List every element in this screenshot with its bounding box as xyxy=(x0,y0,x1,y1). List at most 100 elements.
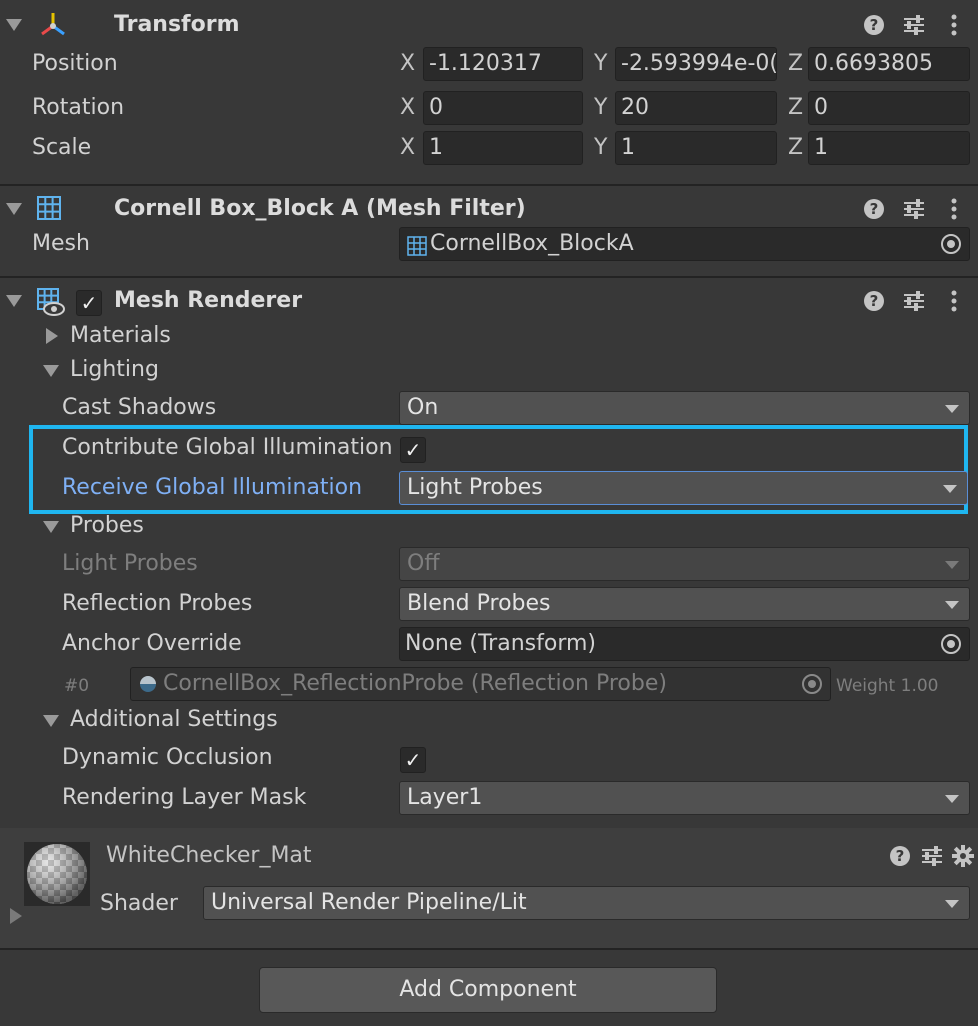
presets-icon[interactable] xyxy=(902,198,926,220)
section-divider xyxy=(0,948,978,950)
scale-x-axis[interactable]: X xyxy=(400,133,415,163)
chevron-down-icon xyxy=(943,485,957,493)
scale-label: Scale xyxy=(32,135,92,160)
help-icon[interactable]: ? xyxy=(890,846,910,866)
cast-shadows-label: Cast Shadows xyxy=(62,395,217,420)
reflection-probes-dropdown[interactable]: Blend Probes xyxy=(399,587,970,621)
shader-label: Shader xyxy=(100,891,178,916)
lighting-fold-arrow[interactable] xyxy=(43,365,59,377)
anchor-override-value: None (Transform) xyxy=(405,631,596,656)
transform-icon xyxy=(38,10,68,40)
dynamic-occlusion-label: Dynamic Occlusion xyxy=(62,745,273,770)
scale-y-field[interactable]: 1 xyxy=(615,131,777,165)
materials-fold-arrow[interactable] xyxy=(46,328,58,344)
rendering-layer-mask-value: Layer1 xyxy=(407,785,483,810)
lighting-foldout[interactable]: Lighting xyxy=(70,355,159,385)
cast-shadows-value: On xyxy=(407,395,439,420)
rotation-z-field[interactable]: 0 xyxy=(808,91,970,125)
rotation-y-axis[interactable]: Y xyxy=(594,93,607,123)
anchor-override-field[interactable]: None (Transform) xyxy=(399,627,970,661)
section-divider xyxy=(0,276,978,278)
position-y-field[interactable]: -2.593994e-0( xyxy=(615,47,777,81)
object-picker-icon xyxy=(802,674,822,694)
dynamic-occlusion-checkbox[interactable]: ✓ xyxy=(400,747,426,773)
material-fold-arrow[interactable] xyxy=(10,908,22,924)
anchor-override-label: Anchor Override xyxy=(62,631,242,656)
rotation-x-axis[interactable]: X xyxy=(400,93,415,123)
rotation-label: Rotation xyxy=(32,95,125,120)
reflection-probes-value: Blend Probes xyxy=(407,591,551,616)
shader-value: Universal Render Pipeline/Lit xyxy=(211,890,527,915)
probe-index: #0 xyxy=(64,676,90,696)
contribute-gi-label: Contribute Global Illumination xyxy=(62,435,393,460)
rotation-z-axis[interactable]: Z xyxy=(788,93,803,123)
object-picker-icon[interactable] xyxy=(941,234,961,254)
scale-z-field[interactable]: 1 xyxy=(808,131,970,165)
help-icon[interactable]: ? xyxy=(864,15,884,35)
gear-icon[interactable] xyxy=(952,845,974,867)
receive-gi-dropdown[interactable]: Light Probes xyxy=(399,471,968,505)
shader-dropdown[interactable]: Universal Render Pipeline/Lit xyxy=(203,886,970,920)
mesh-filter-title: Cornell Box_Block A (Mesh Filter) xyxy=(114,196,526,221)
receive-gi-label: Receive Global Illumination xyxy=(62,475,363,500)
reflection-probe-icon xyxy=(140,676,156,692)
scale-z-axis[interactable]: Z xyxy=(788,133,803,163)
chevron-down-icon xyxy=(945,795,959,803)
light-probes-value: Off xyxy=(407,551,440,576)
probes-fold-arrow[interactable] xyxy=(43,521,59,533)
transform-title: Transform xyxy=(114,12,240,37)
mesh-renderer-title: Mesh Renderer xyxy=(114,288,303,313)
object-picker-icon[interactable] xyxy=(941,634,961,654)
light-probes-label: Light Probes xyxy=(62,551,198,576)
help-icon[interactable]: ? xyxy=(864,199,884,219)
presets-icon[interactable] xyxy=(902,290,926,312)
help-icon[interactable]: ? xyxy=(864,291,884,311)
receive-gi-value: Light Probes xyxy=(407,475,543,500)
presets-icon[interactable] xyxy=(902,14,926,36)
mesh-renderer-enabled-checkbox[interactable]: ✓ xyxy=(76,290,102,316)
probe-entry-field: CornellBox_ReflectionProbe (Reflection P… xyxy=(130,667,831,701)
position-z-field[interactable]: 0.6693805 xyxy=(808,47,970,81)
chevron-down-icon xyxy=(945,900,959,908)
rendering-layer-mask-label: Rendering Layer Mask xyxy=(62,785,307,810)
mesh-label: Mesh xyxy=(32,231,90,256)
material-preview[interactable] xyxy=(24,842,90,906)
additional-settings-fold-arrow[interactable] xyxy=(43,715,59,727)
presets-icon[interactable] xyxy=(920,845,944,867)
add-component-label: Add Component xyxy=(399,977,577,1002)
position-x-axis[interactable]: X xyxy=(400,49,415,79)
mesh-filter-icon xyxy=(36,195,62,221)
chevron-down-icon xyxy=(945,561,959,569)
transform-fold-arrow[interactable] xyxy=(6,19,22,31)
add-component-button[interactable]: Add Component xyxy=(259,967,717,1013)
scale-x-field[interactable]: 1 xyxy=(423,131,583,165)
context-menu-icon[interactable] xyxy=(950,289,958,313)
mesh-object-field[interactable]: CornellBox_BlockA xyxy=(399,227,970,261)
section-divider xyxy=(0,184,978,186)
mesh-renderer-fold-arrow[interactable] xyxy=(6,295,22,307)
light-probes-dropdown: Off xyxy=(399,547,970,581)
context-menu-icon[interactable] xyxy=(950,13,958,37)
materials-foldout[interactable]: Materials xyxy=(70,321,171,351)
reflection-probes-label: Reflection Probes xyxy=(62,591,253,616)
mesh-icon xyxy=(407,234,427,256)
probe-weight: Weight 1.00 xyxy=(836,676,939,696)
rotation-x-field[interactable]: 0 xyxy=(423,91,583,125)
rendering-layer-mask-dropdown[interactable]: Layer1 xyxy=(399,781,970,815)
rotation-y-field[interactable]: 20 xyxy=(615,91,777,125)
mesh-filter-fold-arrow[interactable] xyxy=(6,203,22,215)
cast-shadows-dropdown[interactable]: On xyxy=(399,391,970,425)
context-menu-icon[interactable] xyxy=(950,197,958,221)
position-y-axis[interactable]: Y xyxy=(594,49,607,79)
position-z-axis[interactable]: Z xyxy=(788,49,803,79)
chevron-down-icon xyxy=(945,601,959,609)
position-x-field[interactable]: -1.120317 xyxy=(423,47,583,81)
probe-entry-value: CornellBox_ReflectionProbe (Reflection P… xyxy=(163,671,667,696)
probes-foldout[interactable]: Probes xyxy=(70,511,144,541)
position-label: Position xyxy=(32,51,118,76)
scale-y-axis[interactable]: Y xyxy=(594,133,607,163)
chevron-down-icon xyxy=(945,405,959,413)
mesh-renderer-icon xyxy=(36,287,66,317)
contribute-gi-checkbox[interactable]: ✓ xyxy=(400,437,426,463)
additional-settings-foldout[interactable]: Additional Settings xyxy=(70,705,278,735)
